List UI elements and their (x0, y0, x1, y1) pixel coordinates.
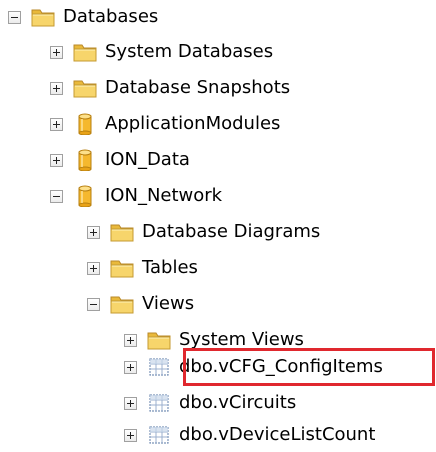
tree-node-system-databases[interactable]: System Databases (50, 37, 273, 67)
tree-node-label: ION_Data (105, 149, 190, 170)
collapse-toggle-icon[interactable] (87, 297, 100, 311)
highlight-box (183, 348, 435, 386)
object-explorer-tree: Databases System Databases Database Snap… (0, 0, 436, 452)
tree-node-databases[interactable]: Databases (8, 2, 158, 32)
expand-toggle-icon[interactable] (87, 261, 100, 275)
expand-toggle-icon[interactable] (124, 396, 137, 410)
database-icon (73, 149, 97, 171)
expand-toggle-icon[interactable] (50, 81, 63, 95)
folder-icon (31, 6, 55, 28)
folder-icon (110, 293, 134, 315)
tree-node-label: Tables (142, 257, 198, 278)
tree-node-label: ION_Network (105, 185, 223, 206)
view-icon (147, 392, 171, 414)
tree-node-label: Database Diagrams (142, 221, 321, 242)
view-icon (147, 424, 171, 446)
expand-toggle-icon[interactable] (124, 428, 137, 442)
expand-toggle-icon[interactable] (124, 333, 137, 347)
collapse-toggle-icon[interactable] (50, 189, 63, 203)
tree-node-label: System Databases (105, 41, 274, 62)
folder-icon (73, 41, 97, 63)
tree-node-ion-data[interactable]: ION_Data (50, 145, 190, 175)
tree-node-application-modules[interactable]: ApplicationModules (50, 109, 280, 139)
expand-toggle-icon[interactable] (50, 153, 63, 167)
tree-node-label: Database Snapshots (105, 77, 291, 98)
expand-toggle-icon[interactable] (50, 117, 63, 131)
tree-node-database-diagrams[interactable]: Database Diagrams (87, 217, 320, 247)
tree-node-view-circuits[interactable]: dbo.vCircuits (124, 388, 296, 418)
database-icon (73, 113, 97, 135)
tree-node-label: Views (142, 293, 195, 314)
tree-node-label: dbo.vDeviceListCount (179, 424, 376, 445)
expand-toggle-icon[interactable] (124, 360, 137, 374)
tree-node-label: dbo.vCircuits (179, 392, 297, 413)
tree-node-view-device-list-count[interactable]: dbo.vDeviceListCount (124, 420, 375, 450)
folder-icon (110, 257, 134, 279)
folder-icon (110, 221, 134, 243)
tree-node-label: Databases (63, 6, 159, 27)
view-icon (147, 356, 171, 378)
database-icon (73, 185, 97, 207)
expand-toggle-icon[interactable] (50, 45, 63, 59)
tree-node-ion-network[interactable]: ION_Network (50, 181, 222, 211)
tree-node-views[interactable]: Views (87, 289, 194, 319)
folder-icon (73, 77, 97, 99)
folder-icon (147, 329, 171, 351)
expand-toggle-icon[interactable] (87, 225, 100, 239)
collapse-toggle-icon[interactable] (8, 10, 21, 24)
tree-node-label: ApplicationModules (105, 113, 281, 134)
tree-node-tables[interactable]: Tables (87, 253, 198, 283)
tree-node-database-snapshots[interactable]: Database Snapshots (50, 73, 290, 103)
